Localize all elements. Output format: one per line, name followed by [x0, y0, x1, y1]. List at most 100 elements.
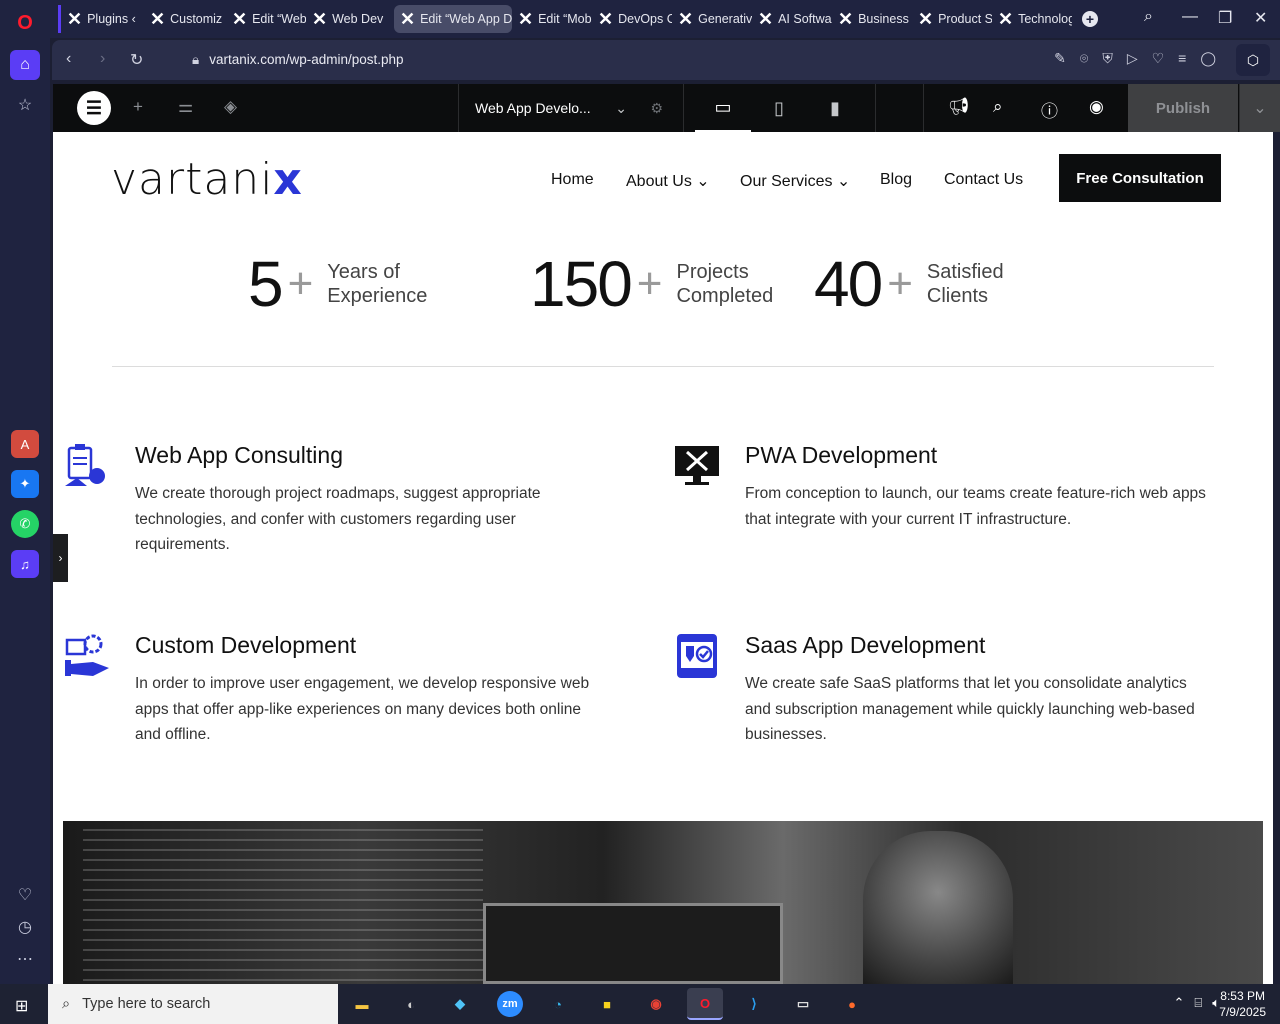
windows-start-icon[interactable]: ⊞: [15, 996, 28, 1016]
stat-number: 150: [530, 248, 633, 320]
tab[interactable]: ✕ DevOps C: [592, 5, 672, 33]
reload-icon[interactable]: ↻: [130, 50, 143, 70]
panel-expand-chevron-icon[interactable]: ›: [53, 534, 68, 582]
forward-icon[interactable]: ›: [100, 50, 105, 68]
paint-icon[interactable]: ◐: [393, 988, 429, 1020]
tab-favicon-icon: ✕: [518, 9, 534, 29]
document-name-dropdown[interactable]: Web App Develo... ⌄ ⚙: [458, 84, 684, 132]
nav-our-services[interactable]: Our Services ⌄: [740, 171, 850, 191]
tab-favicon-icon: ✕: [838, 9, 854, 29]
opera-taskbar-icon[interactable]: O: [687, 988, 723, 1020]
nav-about-us[interactable]: About Us ⌄: [626, 171, 710, 191]
chevron-up-icon[interactable]: ⌃: [1173, 995, 1184, 1011]
publish-button[interactable]: Publish: [1128, 84, 1238, 132]
zoom-app-icon[interactable]: zm: [497, 991, 523, 1017]
tab[interactable]: ✕ Customiz: [144, 5, 224, 33]
postman-icon[interactable]: ●: [834, 988, 870, 1020]
pwa-monitor-icon: [675, 446, 719, 485]
site-settings-sliders-icon[interactable]: ⚌: [178, 97, 193, 117]
elementor-logo-icon[interactable]: ☰: [77, 91, 111, 125]
history-clock-icon[interactable]: ◷: [10, 912, 40, 942]
clock[interactable]: 8:53 PM 7/9/2025: [1219, 988, 1266, 1020]
taskbar-search-box[interactable]: ⌕ Type here to search: [48, 984, 338, 1024]
terminal-icon[interactable]: ▭: [785, 988, 821, 1020]
tab-label: Customiz: [170, 12, 223, 26]
address-bar: ‹ › ↻ 🔒︎ vartanix.com/wp-admin/post.php ✎…: [52, 40, 1280, 80]
tablet-view-icon[interactable]: ▯: [751, 84, 807, 132]
messenger-icon[interactable]: ✦: [11, 470, 39, 498]
nav-contact-us[interactable]: Contact Us: [944, 171, 1023, 189]
tab-favicon-icon: ✕: [400, 9, 416, 29]
free-consultation-button[interactable]: Free Consultation: [1059, 154, 1221, 202]
minimize-icon[interactable]: —: [1182, 8, 1198, 26]
mobile-view-icon[interactable]: ▮: [807, 84, 863, 132]
chevron-down-icon: ⌄: [696, 173, 710, 190]
aria-ai-icon[interactable]: A: [11, 430, 39, 458]
chrome-icon[interactable]: ◉: [638, 988, 674, 1020]
service-pwa-development: PWA Development From conception to launc…: [675, 442, 1215, 532]
edge-browser-icon[interactable]: ◔: [540, 988, 576, 1020]
send-icon[interactable]: ▷: [1127, 50, 1138, 67]
page-settings-gear-icon[interactable]: ⚙: [650, 100, 663, 117]
heart-icon[interactable]: ♡: [1152, 50, 1165, 67]
tab[interactable]: ✕ Edit “Web: [226, 5, 306, 33]
windows-taskbar: ⊞ ⌕ Type here to search ▬ ◐ ◆ zm ◔ ■ ◉ O…: [0, 984, 1280, 1024]
search-icon[interactable]: ⌕: [993, 97, 1003, 117]
tab-search-icon[interactable]: ⌕: [1144, 8, 1153, 26]
new-tab-plus-icon[interactable]: +: [1082, 11, 1098, 27]
whatsapp-icon[interactable]: ✆: [11, 510, 39, 538]
tab[interactable]: ✕ Technolog: [992, 5, 1072, 33]
heart-icon[interactable]: ♡: [10, 880, 40, 910]
tab-label: AI Softwa: [778, 12, 832, 26]
tab-favicon-icon: ✕: [758, 9, 774, 29]
app-diamond-icon[interactable]: ◆: [442, 988, 478, 1020]
tab[interactable]: ✕ Plugins ‹: [58, 5, 142, 33]
publish-options-chevron-icon[interactable]: ⌄: [1239, 84, 1280, 132]
menu-icon[interactable]: ≡: [1178, 50, 1186, 67]
tab-favicon-icon: ✕: [232, 9, 248, 29]
camera-icon[interactable]: ⌾: [1080, 50, 1088, 67]
vscode-icon[interactable]: ⟩: [736, 988, 772, 1020]
tab[interactable]: ✕ AI Softwa: [752, 5, 832, 33]
structure-layers-icon[interactable]: ◈: [224, 97, 237, 117]
extensions-cube-icon[interactable]: ⬡: [1236, 44, 1270, 76]
saas-shield-icon: [677, 634, 717, 678]
profile-icon[interactable]: ◯: [1200, 50, 1216, 67]
help-icon[interactable]: ⓘ: [1041, 97, 1058, 122]
home-icon[interactable]: ⌂: [10, 50, 40, 80]
tab-favicon-icon: ✕: [312, 9, 328, 29]
service-title: Saas App Development: [745, 632, 986, 658]
file-explorer-icon[interactable]: ▬: [344, 988, 380, 1020]
desktop-view-icon[interactable]: ▭: [695, 84, 751, 132]
speed-dial-star-icon[interactable]: ☆: [10, 90, 40, 120]
nav-blog[interactable]: Blog: [880, 171, 912, 189]
opera-logo-icon[interactable]: O: [10, 8, 40, 38]
tab-active[interactable]: ✕ Edit “Web App D: [394, 5, 512, 33]
music-player-icon[interactable]: ♫: [11, 550, 39, 578]
tab[interactable]: ✕ Generativ: [672, 5, 752, 33]
tab-favicon-icon: ✕: [150, 9, 166, 29]
preview-eye-icon[interactable]: ◉: [1089, 97, 1104, 117]
service-title: PWA Development: [745, 442, 938, 468]
nav-home[interactable]: Home: [551, 171, 594, 189]
stat-years: 5 + Years of Experience: [248, 247, 467, 321]
back-icon[interactable]: ‹: [66, 50, 71, 68]
shield-icon[interactable]: ⛨: [1102, 50, 1113, 67]
notifications-megaphone-icon[interactable]: 📢︎: [948, 97, 970, 117]
network-icon[interactable]: ⌸: [1194, 995, 1202, 1011]
stat-label: Years of Experience: [327, 261, 428, 307]
nav-label: About Us: [626, 173, 692, 190]
logo-x: x: [273, 154, 303, 205]
more-dots-icon[interactable]: ⋯: [10, 944, 40, 974]
tab[interactable]: ✕ Business: [832, 5, 912, 33]
add-element-plus-icon[interactable]: +: [133, 97, 143, 117]
edit-icon[interactable]: ✎: [1054, 50, 1066, 67]
tab[interactable]: ✕ Product S: [912, 5, 992, 33]
site-logo[interactable]: vartanix: [111, 154, 303, 205]
tab[interactable]: ✕ Edit “Mob: [512, 5, 592, 33]
close-window-icon[interactable]: ✕: [1254, 8, 1267, 28]
tab[interactable]: ✕ Web Dev: [306, 5, 390, 33]
url-field[interactable]: 🔒︎ vartanix.com/wp-admin/post.php: [192, 52, 404, 68]
sticky-notes-icon[interactable]: ■: [589, 988, 625, 1020]
restore-icon[interactable]: ❐: [1218, 8, 1232, 28]
